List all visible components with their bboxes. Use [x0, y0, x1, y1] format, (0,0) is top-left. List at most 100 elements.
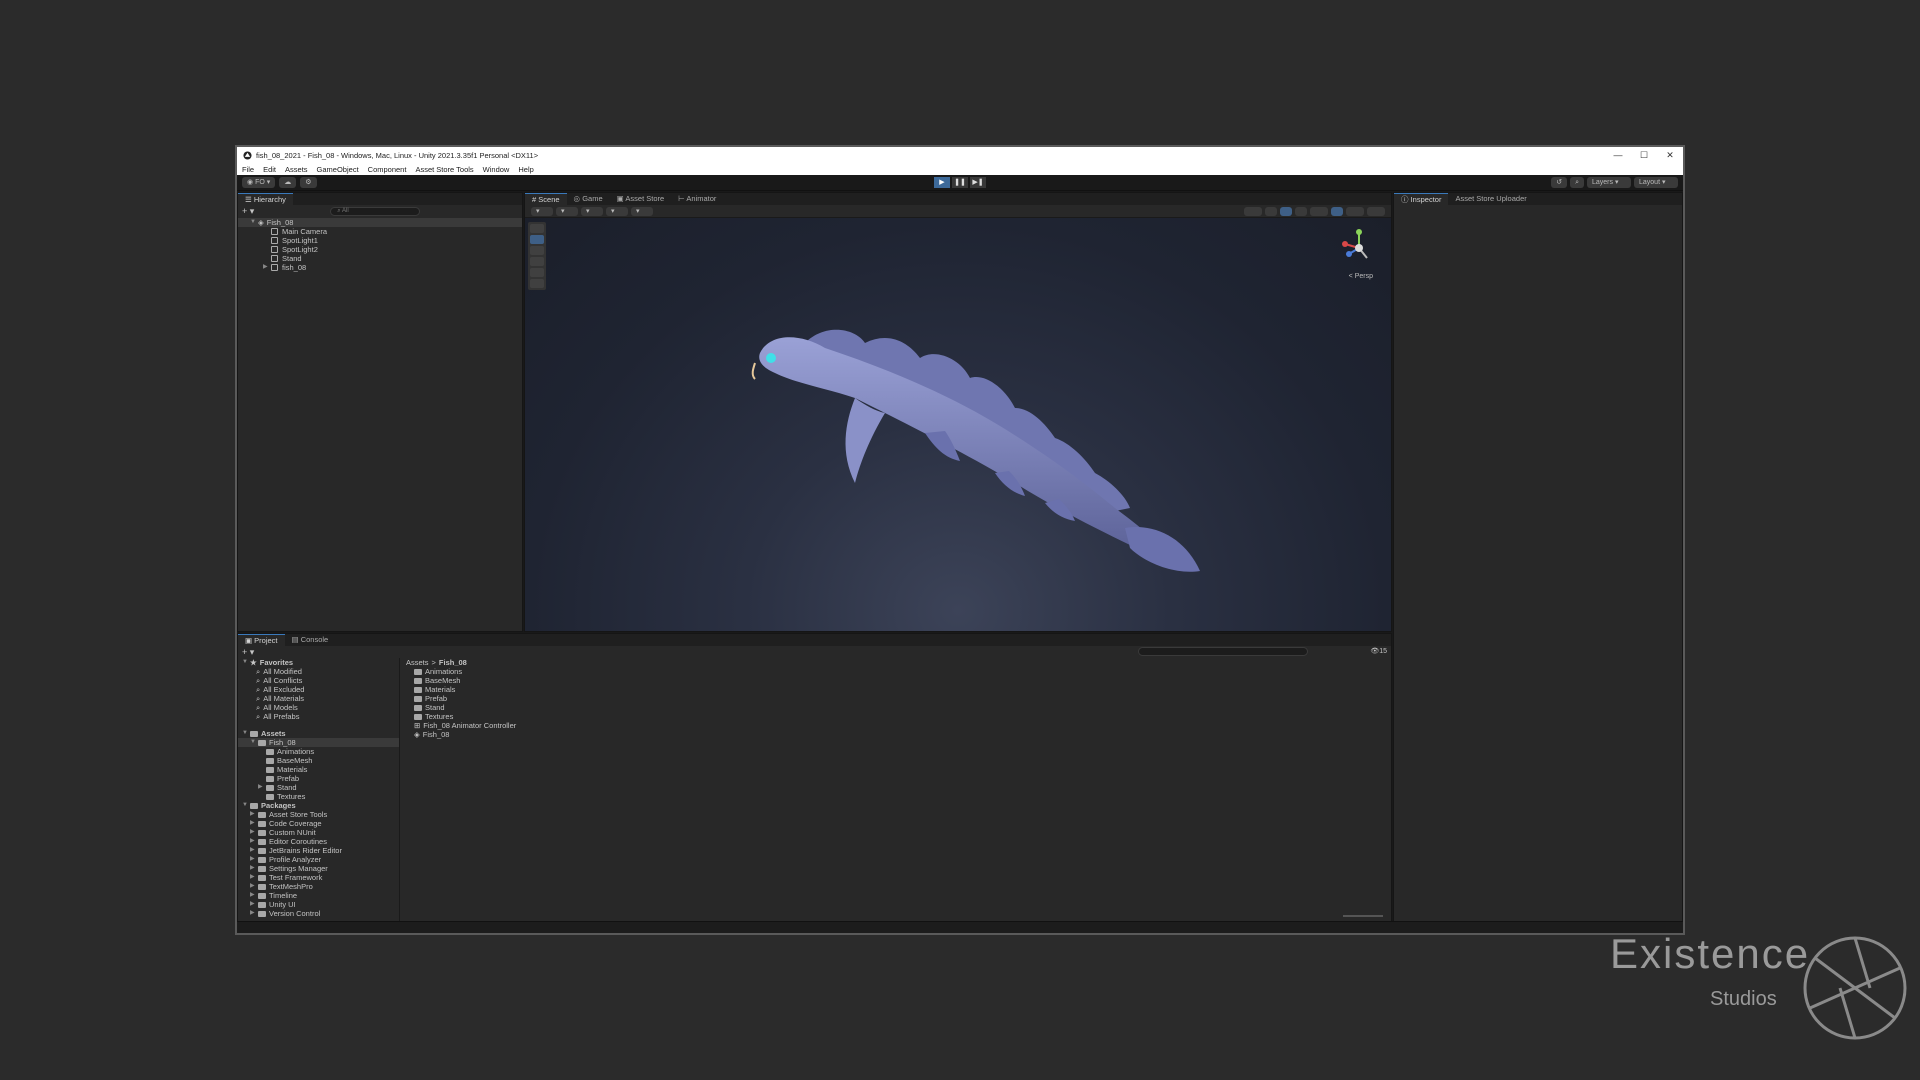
close-button[interactable]: ✕ [1657, 147, 1683, 163]
tab-hierarchy[interactable]: ☰ Hierarchy [238, 193, 293, 205]
assets-header[interactable]: ▼ Assets [238, 729, 399, 738]
package-item[interactable]: ▶ JetBrains Rider Editor [238, 846, 399, 855]
package-item[interactable]: ▶ Unity UI [238, 900, 399, 909]
maximize-button[interactable]: ☐ [1631, 147, 1657, 163]
tree-folder[interactable]: Prefab [238, 774, 399, 783]
package-item[interactable]: ▶ Profile Analyzer [238, 855, 399, 864]
tab-animator[interactable]: ⊢ Animator [671, 193, 723, 205]
breadcrumb-fish[interactable]: Fish_08 [439, 658, 467, 667]
content-item[interactable]: Prefab [404, 694, 1391, 703]
favorite-item[interactable]: ⌕ All Models [238, 703, 399, 712]
package-item[interactable]: ▶ Version Control [238, 909, 399, 918]
tab-project[interactable]: ▣ Project [238, 634, 285, 646]
breadcrumb-assets[interactable]: Assets [406, 658, 429, 667]
tab-asset-store-uploader[interactable]: Asset Store Uploader [1448, 193, 1533, 205]
favorite-item[interactable]: ⌕ All Excluded [238, 685, 399, 694]
pause-button[interactable]: ❚❚ [952, 177, 968, 188]
tab-inspector[interactable]: ⓘ Inspector [1394, 193, 1449, 205]
tree-folder[interactable]: Animations [238, 747, 399, 756]
search-icon[interactable]: ⌕ [1570, 177, 1584, 188]
project-search-input[interactable] [1138, 647, 1308, 656]
snap-dropdown[interactable]: ▾ [606, 207, 628, 216]
package-item[interactable]: ▶ Code Coverage [238, 819, 399, 828]
content-item[interactable]: Stand [404, 703, 1391, 712]
package-item[interactable]: ▶ Editor Coroutines [238, 837, 399, 846]
play-button[interactable]: ▶ [934, 177, 950, 188]
package-item[interactable]: ▶ Asset Store Tools [238, 810, 399, 819]
tab-scene[interactable]: # Scene [525, 193, 567, 205]
layers-dropdown[interactable]: Layers ▾ [1587, 177, 1631, 188]
collapse-arrow-icon[interactable]: ▼ [250, 218, 258, 227]
gizmos-dropdown[interactable] [1367, 207, 1385, 216]
favorite-item[interactable]: ⌕ All Prefabs [238, 712, 399, 721]
hand-tool-icon[interactable] [530, 224, 544, 233]
favorite-item[interactable]: ⌕ All Modified [238, 667, 399, 676]
hierarchy-item[interactable]: Stand [238, 254, 522, 263]
gear-icon[interactable]: ⚙ [300, 177, 317, 188]
step-button[interactable]: ▶❚ [970, 177, 986, 188]
package-item[interactable]: ▶ Timeline [238, 891, 399, 900]
packages-header[interactable]: ▼ Packages [238, 801, 399, 810]
camera-dropdown[interactable] [1346, 207, 1364, 216]
increment-dropdown[interactable]: ▾ [631, 207, 653, 216]
tab-game[interactable]: ◎ Game [567, 193, 610, 205]
persp-label[interactable]: < Persp [1349, 273, 1373, 280]
tree-folder[interactable]: Textures [238, 792, 399, 801]
icon-size-slider[interactable] [1343, 915, 1383, 917]
scene-gizmo-icon[interactable] [1337, 226, 1381, 270]
audio-toggle-icon[interactable] [1295, 207, 1307, 216]
fish-model[interactable] [745, 313, 1215, 583]
content-item[interactable]: Textures [404, 712, 1391, 721]
menu-file[interactable]: File [242, 165, 254, 174]
tree-folder[interactable]: Materials [238, 765, 399, 774]
cloud-icon[interactable]: ☁ [279, 177, 297, 188]
scene-row[interactable]: ▼ ◈ Fish_08 [238, 218, 522, 227]
hierarchy-item[interactable]: SpotLight2 [238, 245, 522, 254]
menu-window[interactable]: Window [483, 165, 510, 174]
hierarchy-item[interactable]: ▶ fish_08 [238, 263, 522, 272]
visibility-icon[interactable] [1331, 207, 1343, 216]
package-item[interactable]: ▶ Test Framework [238, 873, 399, 882]
minimize-button[interactable]: — [1605, 147, 1631, 163]
pivot-dropdown[interactable]: ▾ [556, 207, 578, 216]
account-dropdown[interactable]: ◉ FO ▾ [242, 177, 276, 188]
package-item[interactable]: ▶ Settings Manager [238, 864, 399, 873]
transform-tool-icon[interactable] [530, 279, 544, 288]
favorite-item[interactable]: ⌕ All Materials [238, 694, 399, 703]
favorites-header[interactable]: ▼ ★ Favorites [238, 658, 399, 667]
favorite-item[interactable]: ⌕ All Conflicts [238, 676, 399, 685]
scene-viewport[interactable]: < Persp [525, 218, 1391, 631]
rect-tool-icon[interactable] [530, 268, 544, 277]
tab-console[interactable]: ▤ Console [285, 634, 336, 646]
package-item[interactable]: ▶ TextMeshPro [238, 882, 399, 891]
tree-folder[interactable]: ▶ Stand [238, 783, 399, 792]
add-icon[interactable]: + ▾ [242, 206, 254, 217]
rotate-tool-icon[interactable] [530, 246, 544, 255]
lighting-toggle-icon[interactable] [1280, 207, 1292, 216]
layout-dropdown[interactable]: Layout ▾ [1634, 177, 1678, 188]
move-tool-icon[interactable] [530, 235, 544, 244]
content-item[interactable]: Animations [404, 667, 1391, 676]
menu-edit[interactable]: Edit [263, 165, 276, 174]
menu-asset-store-tools[interactable]: Asset Store Tools [415, 165, 473, 174]
menu-component[interactable]: Component [368, 165, 407, 174]
scale-tool-icon[interactable] [530, 257, 544, 266]
hierarchy-search-input[interactable]: ⌕ All [330, 207, 421, 216]
content-item[interactable]: ⊞ Fish_08 Animator Controller [404, 721, 1391, 730]
grid-dropdown[interactable]: ▾ [581, 207, 603, 216]
expand-arrow-icon[interactable]: ▶ [263, 263, 271, 272]
package-item[interactable]: ▶ Custom NUnit [238, 828, 399, 837]
effects-dropdown[interactable] [1310, 207, 1328, 216]
orientation-icon[interactable] [1244, 207, 1262, 216]
content-item[interactable]: ◈ Fish_08 [404, 730, 1391, 739]
menu-assets[interactable]: Assets [285, 165, 308, 174]
2d-toggle[interactable] [1265, 207, 1277, 216]
create-icon[interactable]: + ▾ [242, 647, 254, 658]
draw-mode-dropdown[interactable]: ▾ [531, 207, 553, 216]
tab-asset-store[interactable]: ▣ Asset Store [610, 193, 672, 205]
hierarchy-item[interactable]: Main Camera [238, 227, 522, 236]
menu-gameobject[interactable]: GameObject [317, 165, 359, 174]
menu-help[interactable]: Help [518, 165, 533, 174]
content-item[interactable]: Materials [404, 685, 1391, 694]
content-item[interactable]: BaseMesh [404, 676, 1391, 685]
